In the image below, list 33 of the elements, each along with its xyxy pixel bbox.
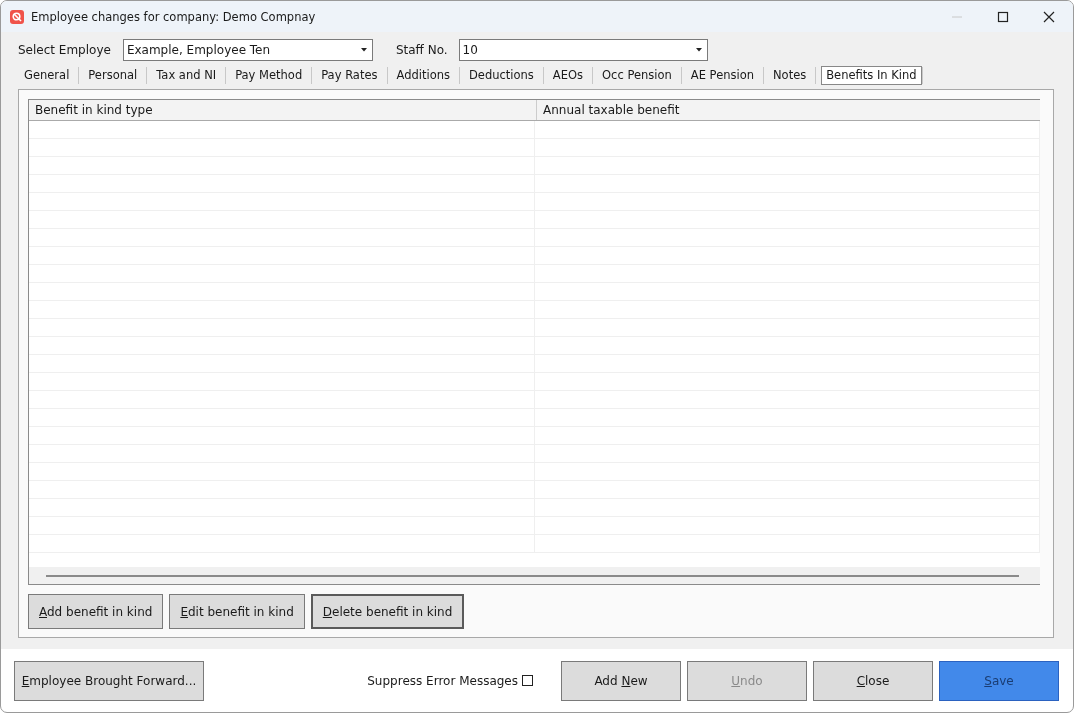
suppress-errors-label: Suppress Error Messages <box>367 673 518 688</box>
table-action-button[interactable]: Delete benefit in kind <box>310 594 465 629</box>
employee-label: Select Employe <box>18 43 111 57</box>
suppress-errors-checkbox[interactable] <box>522 675 533 686</box>
brought-forward-button[interactable]: Employee Brought Forward... <box>14 660 204 701</box>
maximize-icon[interactable] <box>997 10 1009 23</box>
tab[interactable]: Notes <box>767 67 816 84</box>
tab[interactable]: Personal <box>82 67 147 84</box>
footer-button[interactable]: Add New <box>561 660 681 701</box>
tab[interactable]: Tax and NI <box>150 67 226 84</box>
column-header[interactable]: Benefit in kind type <box>29 100 537 120</box>
table-action-button[interactable]: Edit benefit in kind <box>169 594 305 629</box>
staff-number-dropdown[interactable]: 10 <box>458 39 708 61</box>
tab[interactable]: Pay Rates <box>315 67 387 84</box>
tab[interactable]: Benefits In Kind <box>821 66 922 85</box>
tab[interactable]: Deductions <box>463 67 543 84</box>
window-title: Employee changes for company: Demo Compnay <box>31 9 316 24</box>
app-logo-icon <box>10 9 24 24</box>
table-action-button[interactable]: Add benefit in kind <box>28 594 164 629</box>
caret-icon <box>360 48 367 52</box>
tab[interactable]: Additions <box>390 67 459 84</box>
caret-icon <box>695 48 702 52</box>
tab[interactable]: General <box>18 67 79 84</box>
horizontal-scrollbar[interactable] <box>29 567 1040 584</box>
staff-number-label: Staff No. <box>395 43 448 57</box>
employee-dropdown[interactable]: Example, Employee Ten <box>122 39 373 61</box>
column-header[interactable]: Annual taxable benefit <box>537 100 1040 120</box>
tab[interactable]: AEOs <box>546 67 593 84</box>
tab[interactable]: Occ Pension <box>596 67 681 84</box>
footer-button[interactable]: Close <box>813 660 933 701</box>
tab[interactable]: AE Pension <box>684 67 763 84</box>
tab[interactable]: Pay Method <box>229 67 312 84</box>
close-icon[interactable] <box>1043 10 1055 23</box>
